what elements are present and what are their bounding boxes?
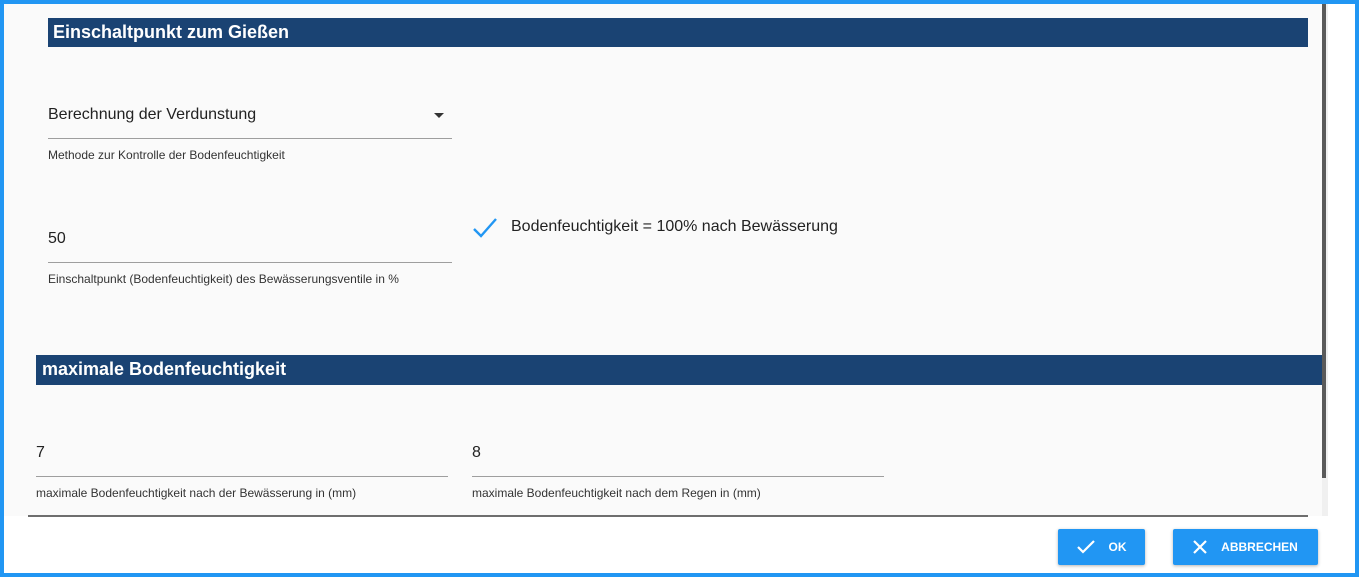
max-after-rain-help: maximale Bodenfeuchtigkeit nach dem Rege…	[472, 486, 761, 500]
threshold-input-value[interactable]: 50	[48, 230, 66, 248]
max-after-irrigation-help: maximale Bodenfeuchtigkeit nach der Bewä…	[36, 486, 357, 500]
method-select-help: Methode zur Kontrolle der Bodenfeuchtigk…	[48, 148, 285, 162]
check-icon	[1076, 540, 1095, 554]
max-after-rain-value[interactable]: 8	[472, 444, 481, 462]
method-select-value[interactable]: Berechnung der Verdunstung	[48, 106, 256, 124]
cancel-button[interactable]: ABBRECHEN	[1173, 529, 1318, 565]
section-header-switch-on-point: Einschaltpunkt zum Gießen	[48, 18, 1308, 47]
threshold-input-underline	[48, 262, 452, 263]
max-after-irrigation-value[interactable]: 7	[36, 444, 45, 462]
ok-button[interactable]: OK	[1058, 529, 1145, 565]
full-moisture-checkbox-label[interactable]: Bodenfeuchtigkeit = 100% nach Bewässerun…	[511, 218, 838, 236]
max-after-irrigation-underline	[36, 476, 448, 477]
close-icon	[1193, 540, 1207, 554]
check-icon[interactable]	[472, 215, 498, 241]
method-select-underline	[48, 138, 452, 139]
chevron-down-icon[interactable]	[434, 113, 444, 118]
threshold-input-help: Einschaltpunkt (Bodenfeuchtigkeit) des B…	[48, 272, 399, 286]
section-header-max-soil-moisture: maximale Bodenfeuchtigkeit	[36, 355, 1322, 385]
ok-button-label: OK	[1108, 540, 1127, 554]
content-divider	[28, 515, 1308, 517]
max-after-rain-underline	[472, 476, 884, 477]
scrollbar-thumb[interactable]	[1322, 4, 1326, 478]
cancel-button-label: ABBRECHEN	[1221, 540, 1298, 554]
dialog-content	[4, 4, 1322, 516]
